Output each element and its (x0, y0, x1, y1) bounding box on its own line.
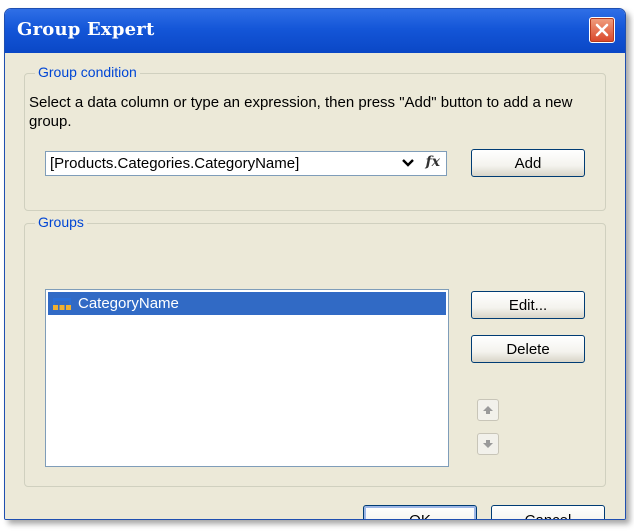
cancel-button[interactable]: Cancel (491, 505, 605, 519)
delete-button[interactable]: Delete (471, 335, 585, 363)
group-expert-dialog: Group Expert Group condition Select a da… (4, 8, 626, 520)
group-icon (53, 297, 71, 310)
move-down-button[interactable] (477, 433, 499, 455)
expression-value[interactable]: [Products.Categories.CategoryName] (50, 155, 299, 172)
arrow-up-icon (483, 406, 493, 414)
close-button[interactable] (589, 17, 615, 43)
window-title: Group Expert (17, 19, 155, 40)
dialog-content: Group condition Select a data column or … (5, 53, 625, 519)
arrow-down-icon (483, 440, 493, 448)
list-item[interactable]: CategoryName (48, 292, 446, 315)
group-condition-description: Select a data column or type an expressi… (29, 94, 573, 130)
chevron-down-icon[interactable] (402, 158, 414, 168)
groups-legend: Groups (35, 214, 87, 230)
expression-combobox[interactable]: [Products.Categories.CategoryName] fx (45, 151, 447, 176)
ok-button[interactable]: OK (363, 505, 477, 519)
add-button[interactable]: Add (471, 149, 585, 177)
title-bar[interactable]: Group Expert (5, 9, 625, 53)
fx-icon[interactable]: fx (426, 154, 440, 170)
move-up-button[interactable] (477, 399, 499, 421)
close-icon (595, 23, 609, 37)
groups-list[interactable]: CategoryName (45, 289, 449, 467)
edit-button[interactable]: Edit... (471, 291, 585, 319)
list-item-label: CategoryName (78, 295, 179, 312)
group-condition-legend: Group condition (35, 64, 140, 80)
